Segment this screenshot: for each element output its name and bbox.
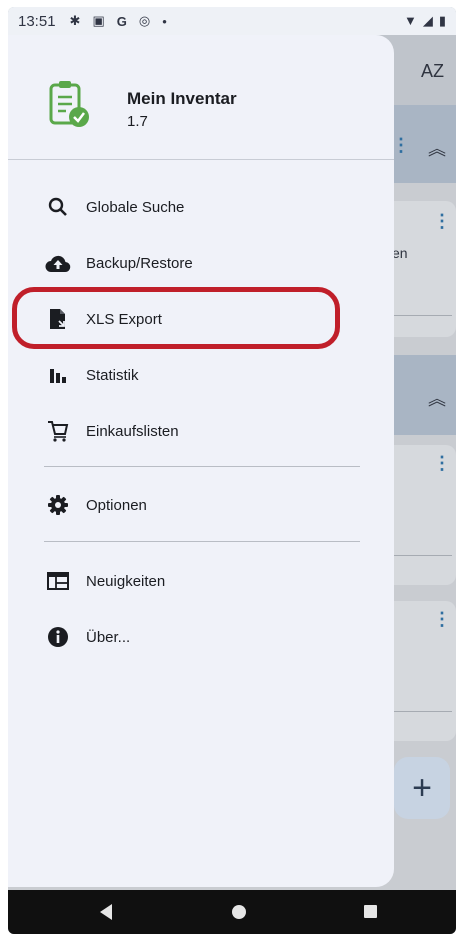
home-icon[interactable] (232, 905, 246, 919)
cloud-upload-icon (44, 249, 72, 277)
plus-icon: + (412, 768, 432, 807)
app-logo-icon (49, 81, 89, 127)
menu-item-about[interactable]: Über... (8, 611, 394, 663)
card-menu-icon[interactable]: ⋮ (433, 453, 451, 474)
device-frame: 13:51 ✱ ▣ G ◎ • ▼ ◢ ▮ . AZ ⋮ ︽ ⋮ en ︽ ⋮ … (8, 7, 456, 934)
card-menu-icon[interactable]: ⋮ (433, 609, 451, 630)
menu-item-news[interactable]: Neuigkeiten (8, 555, 394, 607)
gear-icon (44, 491, 72, 519)
collapse-icon[interactable]: ︽ (428, 385, 446, 411)
card-menu-icon[interactable]: ⋮ (433, 211, 451, 232)
recent-apps-icon[interactable] (364, 905, 377, 918)
menu-item-statistics[interactable]: Statistik (8, 349, 394, 401)
wifi-icon: ▼ (403, 13, 417, 28)
back-icon[interactable] (100, 904, 112, 920)
status-bar: 13:51 ✱ ▣ G ◎ • ▼ ◢ ▮ (8, 7, 456, 35)
background-line (392, 315, 452, 316)
signal-icon: ◢ (422, 13, 433, 28)
menu-item-label: Über... (86, 628, 131, 646)
header-divider (8, 159, 394, 160)
menu-divider (44, 541, 360, 542)
news-icon (44, 567, 72, 595)
system-nav-bar (8, 890, 456, 934)
shopping-cart-icon (44, 417, 72, 445)
menu-item-options[interactable]: Optionen (8, 479, 394, 531)
menu-item-label: Einkaufslisten (86, 422, 179, 440)
background-line (392, 711, 452, 712)
menu-item-label: Optionen (86, 496, 147, 514)
collapse-icon[interactable]: ︽ (428, 135, 446, 161)
search-icon (44, 193, 72, 221)
menu-item-label: Backup/Restore (86, 254, 193, 272)
menu-item-shopping-lists[interactable]: Einkaufslisten (8, 405, 394, 457)
status-time: 13:51 (18, 12, 56, 30)
sort-az-icon[interactable]: AZ (421, 61, 444, 82)
info-icon (44, 623, 72, 651)
battery-icon: ▮ (438, 13, 446, 28)
dot-icon: • (162, 13, 167, 29)
sync-icon: ◎ (138, 13, 151, 28)
menu-item-label: Neuigkeiten (86, 572, 166, 590)
menu-item-label: Statistik (86, 366, 139, 384)
drawer-header: Mein Inventar 1.7 (8, 35, 394, 155)
highlight-annotation (12, 287, 340, 349)
menu-item-label: Globale Suche (86, 198, 185, 216)
photo-icon: ▣ (92, 13, 105, 28)
bar-chart-icon (44, 361, 72, 389)
menu-item-global-search[interactable]: Globale Suche (8, 181, 394, 233)
gear-icon: ✱ (69, 13, 81, 28)
google-icon: G (116, 13, 127, 29)
kebab-icon[interactable]: ⋮ (392, 135, 410, 156)
menu-divider (44, 466, 360, 467)
add-fab-button[interactable]: + (394, 757, 450, 819)
app-name: Mein Inventar (127, 89, 237, 108)
menu-item-backup-restore[interactable]: Backup/Restore (8, 237, 394, 289)
background-line (392, 555, 452, 556)
navigation-drawer: Mein Inventar 1.7 Globale Suche Backup/R… (8, 35, 394, 887)
background-partial-text: en (392, 245, 408, 261)
app-version: 1.7 (127, 113, 148, 130)
